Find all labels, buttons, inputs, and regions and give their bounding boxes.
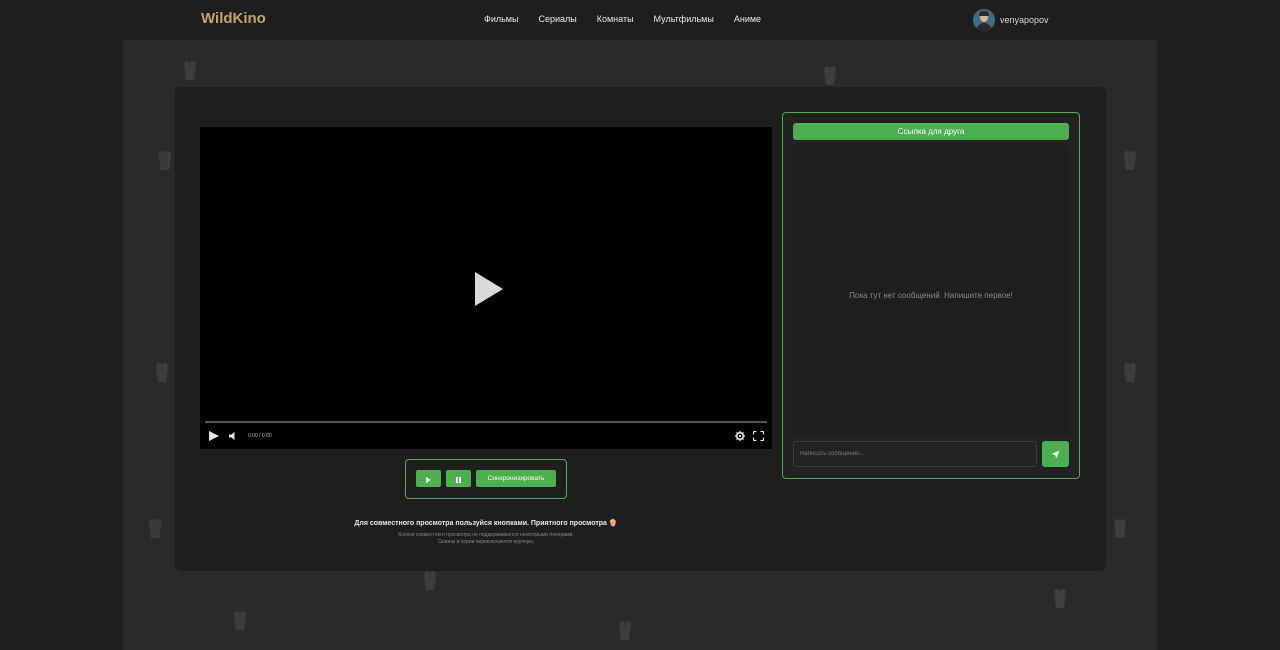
- popcorn-icon: [1124, 363, 1136, 382]
- time-display: 0:00 / 0:00: [248, 433, 272, 439]
- popcorn-icon: [184, 61, 196, 80]
- popcorn-icon: [159, 151, 171, 170]
- popcorn-icon: [619, 621, 631, 640]
- play-icon: [426, 477, 431, 483]
- popcorn-icon: [149, 519, 161, 538]
- user-menu[interactable]: venyapopov: [973, 9, 1049, 31]
- hint-main: Для совместного просмотра пользуйся кноп…: [354, 520, 618, 527]
- gear-icon[interactable]: [735, 431, 745, 441]
- friend-link-button[interactable]: Ссылка для друга: [793, 123, 1069, 140]
- fullscreen-icon[interactable]: [753, 431, 764, 441]
- hint-sub-players: Кнопки совместного просмотра не поддержи…: [398, 532, 574, 538]
- sync-play-button[interactable]: [416, 470, 441, 487]
- big-play-icon[interactable]: [475, 272, 503, 306]
- sync-button[interactable]: Синхронизировать: [476, 470, 556, 487]
- sync-pause-button[interactable]: [446, 470, 471, 487]
- volume-icon[interactable]: [228, 431, 238, 441]
- play-icon[interactable]: [209, 431, 219, 441]
- popcorn-icon: [1114, 519, 1126, 538]
- header: WildKino Фильмы Сериалы Комнаты Мультфил…: [0, 0, 1280, 40]
- nav-item-series[interactable]: Сериалы: [538, 14, 576, 24]
- pause-icon: [456, 477, 461, 483]
- hint-sub-seasons: Сезоны и серии переключаются вручную.: [437, 539, 535, 545]
- message-input[interactable]: [793, 441, 1037, 467]
- nav-item-rooms[interactable]: Комнаты: [597, 14, 634, 24]
- send-button[interactable]: [1042, 441, 1069, 467]
- popcorn-icon: [234, 611, 246, 630]
- popcorn-icon: [424, 571, 436, 590]
- progress-bar[interactable]: [205, 421, 767, 423]
- nav-item-anime[interactable]: Аниме: [734, 14, 761, 24]
- nav-item-films[interactable]: Фильмы: [484, 14, 518, 24]
- main-nav: Фильмы Сериалы Комнаты Мультфильмы Аниме: [484, 14, 781, 24]
- popcorn-icon: [1124, 151, 1136, 170]
- username[interactable]: venyapopov: [1000, 15, 1049, 25]
- messages-area[interactable]: [793, 145, 1069, 435]
- nav-item-cartoons[interactable]: Мультфильмы: [654, 14, 714, 24]
- popcorn-icon: [1054, 589, 1066, 608]
- empty-messages-text: Пока тут нет сообщений. Напишите первое!: [849, 291, 1013, 300]
- avatar[interactable]: [973, 9, 995, 31]
- popcorn-icon: [824, 66, 836, 85]
- send-icon: [1051, 449, 1060, 459]
- logo[interactable]: WildKino: [201, 10, 266, 27]
- popcorn-icon: [156, 363, 168, 382]
